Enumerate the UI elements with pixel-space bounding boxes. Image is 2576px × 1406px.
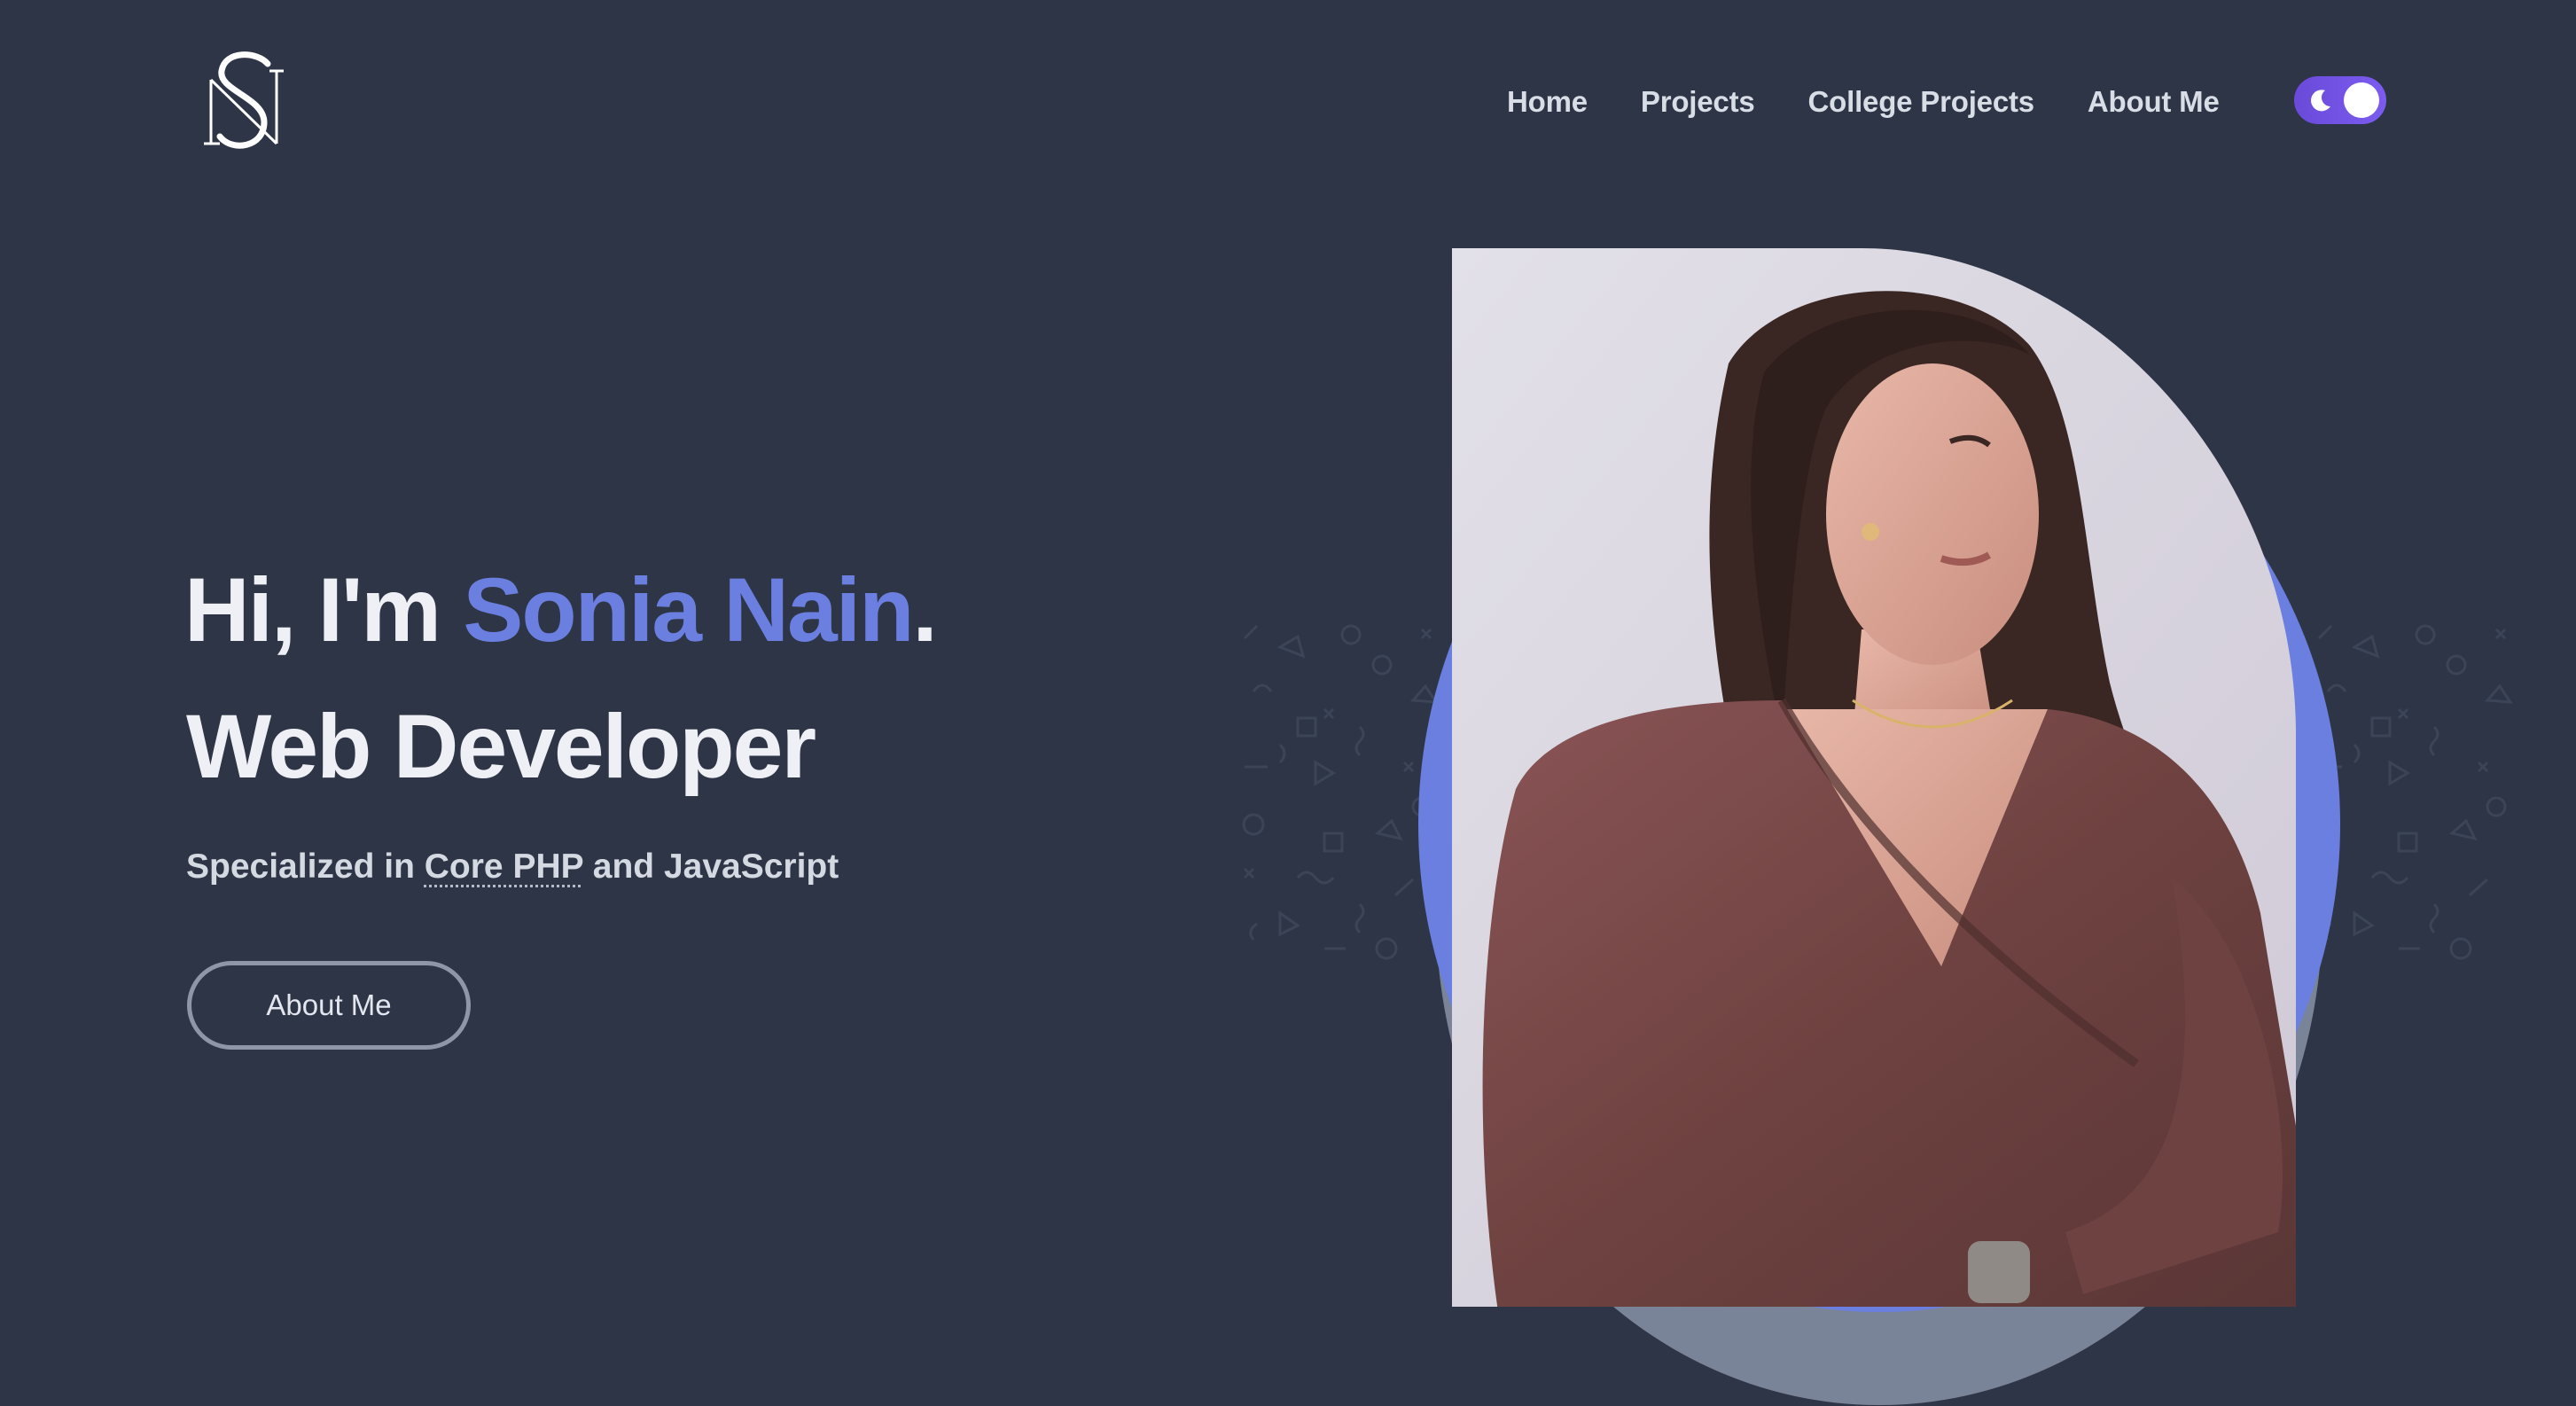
about-me-button[interactable]: About Me [187, 961, 471, 1050]
main-nav: Home Projects College Projects About Me [1507, 78, 2273, 126]
nav-projects-link[interactable]: Projects [1641, 85, 1755, 119]
theme-toggle[interactable] [2294, 76, 2386, 124]
hero-name: Sonia Nain [463, 559, 914, 660]
portrait-image [1418, 248, 2340, 1405]
nav-about-me-link[interactable]: About Me [2088, 85, 2220, 119]
hero-role: Web Developer [186, 696, 816, 797]
nav-home-link[interactable]: Home [1507, 85, 1588, 119]
profile-photo [1452, 248, 2296, 1307]
nav-college-projects-link[interactable]: College Projects [1808, 85, 2035, 119]
hero-greeting: Hi, I'm Sonia Nain. [184, 548, 938, 672]
site-logo[interactable] [195, 44, 293, 168]
specialty-prefix: Specialized in [186, 848, 425, 886]
core-php-abbr[interactable]: Core PHP [425, 848, 583, 886]
greeting-suffix: . [912, 559, 937, 660]
hero-specialty: Specialized in Core PHP and JavaScript [186, 848, 839, 887]
greeting-prefix: Hi, I'm [184, 559, 464, 660]
monogram-logo-icon [204, 51, 284, 149]
moon-icon [2311, 90, 2330, 112]
specialty-suffix: and JavaScript [582, 848, 839, 886]
toggle-knob [2344, 82, 2379, 118]
